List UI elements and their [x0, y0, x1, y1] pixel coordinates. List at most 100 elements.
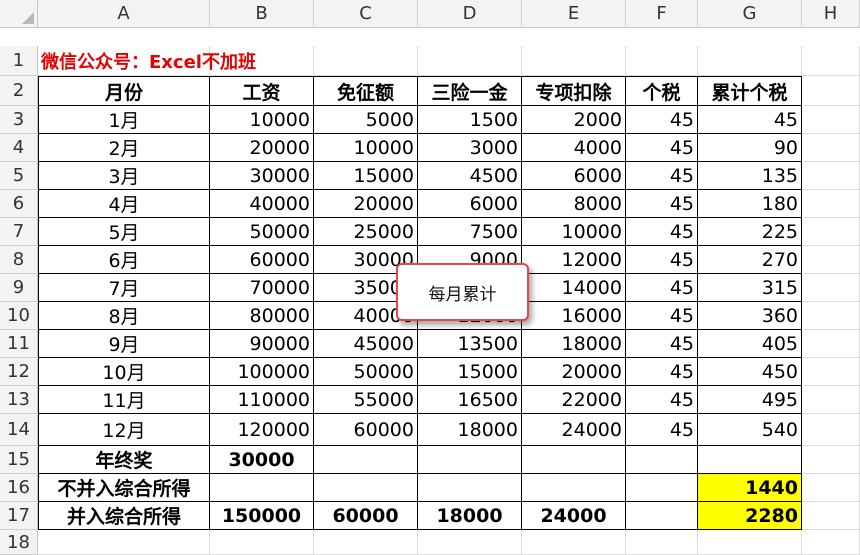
value-cell[interactable]: 50000: [210, 218, 314, 246]
value-cell[interactable]: 45: [698, 106, 802, 134]
column-header-h[interactable]: H: [802, 0, 860, 28]
grid-cell[interactable]: [802, 162, 860, 190]
grid-cell[interactable]: [38, 530, 210, 555]
value-cell[interactable]: 120000: [210, 414, 314, 446]
merged-tax[interactable]: 2280: [698, 502, 802, 530]
value-cell[interactable]: 2000: [522, 106, 626, 134]
month-cell[interactable]: 1月: [38, 106, 210, 134]
empty-cell[interactable]: [522, 474, 626, 502]
header-cell[interactable]: 累计个税: [698, 76, 802, 106]
title-cell[interactable]: 微信公众号：Excel不加班: [38, 46, 522, 76]
bonus-value[interactable]: 30000: [210, 446, 314, 474]
value-cell[interactable]: 40000: [210, 190, 314, 218]
grid-cell[interactable]: [802, 386, 860, 414]
value-cell[interactable]: 450: [698, 358, 802, 386]
value-cell[interactable]: 25000: [314, 218, 418, 246]
grid-cell[interactable]: [802, 190, 860, 218]
empty-cell[interactable]: [626, 446, 698, 474]
column-header-f[interactable]: F: [626, 0, 698, 28]
value-cell[interactable]: 45000: [314, 330, 418, 358]
row-header-15[interactable]: 15: [0, 446, 38, 474]
value-cell[interactable]: 45: [626, 330, 698, 358]
column-header-b[interactable]: B: [210, 0, 314, 28]
grid-cell[interactable]: [698, 46, 802, 76]
grid-cell[interactable]: [802, 414, 860, 446]
row-header-1[interactable]: 1: [0, 46, 38, 76]
row-header-16[interactable]: 16: [0, 474, 38, 502]
value-cell[interactable]: 45: [626, 190, 698, 218]
grid-cell[interactable]: [802, 246, 860, 274]
grid-cell[interactable]: [802, 502, 860, 530]
empty-cell[interactable]: [314, 446, 418, 474]
empty-cell[interactable]: [418, 446, 522, 474]
value-cell[interactable]: 14000: [522, 274, 626, 302]
value-cell[interactable]: 180: [698, 190, 802, 218]
row-header-8[interactable]: 8: [0, 246, 38, 274]
select-all-corner[interactable]: [0, 0, 38, 28]
value-cell[interactable]: 16000: [522, 302, 626, 330]
value-cell[interactable]: 45: [626, 302, 698, 330]
merged-value[interactable]: 18000: [418, 502, 522, 530]
row-header-13[interactable]: 13: [0, 386, 38, 414]
grid-cell[interactable]: [802, 76, 860, 106]
row-header-18[interactable]: 18: [0, 530, 38, 555]
value-cell[interactable]: 135: [698, 162, 802, 190]
month-cell[interactable]: 5月: [38, 218, 210, 246]
value-cell[interactable]: 45: [626, 414, 698, 446]
empty-cell[interactable]: [626, 474, 698, 502]
grid-cell[interactable]: [802, 218, 860, 246]
empty-cell[interactable]: [210, 474, 314, 502]
value-cell[interactable]: 90: [698, 134, 802, 162]
grid-cell[interactable]: [802, 330, 860, 358]
value-cell[interactable]: 45: [626, 386, 698, 414]
grid-cell[interactable]: [210, 530, 314, 555]
value-cell[interactable]: 24000: [522, 414, 626, 446]
merged-label[interactable]: 并入综合所得: [38, 502, 210, 530]
value-cell[interactable]: 10000: [522, 218, 626, 246]
value-cell[interactable]: 6000: [418, 190, 522, 218]
merged-value[interactable]: [626, 502, 698, 530]
value-cell[interactable]: 80000: [210, 302, 314, 330]
bonus-label[interactable]: 年终奖: [38, 446, 210, 474]
value-cell[interactable]: 45: [626, 246, 698, 274]
value-cell[interactable]: 110000: [210, 386, 314, 414]
value-cell[interactable]: 18000: [418, 414, 522, 446]
value-cell[interactable]: 6000: [522, 162, 626, 190]
month-cell[interactable]: 6月: [38, 246, 210, 274]
value-cell[interactable]: 4000: [522, 134, 626, 162]
row-header-11[interactable]: 11: [0, 330, 38, 358]
merged-value[interactable]: 150000: [210, 502, 314, 530]
value-cell[interactable]: 100000: [210, 358, 314, 386]
column-header-g[interactable]: G: [698, 0, 802, 28]
value-cell[interactable]: 7500: [418, 218, 522, 246]
column-header-d[interactable]: D: [418, 0, 522, 28]
grid-cell[interactable]: [802, 446, 860, 474]
empty-cell[interactable]: [698, 446, 802, 474]
grid-cell[interactable]: [802, 46, 860, 76]
row-header-12[interactable]: 12: [0, 358, 38, 386]
value-cell[interactable]: 4500: [418, 162, 522, 190]
grid-cell[interactable]: [802, 358, 860, 386]
grid-cell[interactable]: [418, 530, 522, 555]
not-merged-label[interactable]: 不并入综合所得: [38, 474, 210, 502]
header-cell[interactable]: 三险一金: [418, 76, 522, 106]
empty-cell[interactable]: [418, 474, 522, 502]
grid-cell[interactable]: [802, 302, 860, 330]
grid-cell[interactable]: [802, 106, 860, 134]
column-header-c[interactable]: C: [314, 0, 418, 28]
row-header-9[interactable]: 9: [0, 274, 38, 302]
row-header-7[interactable]: 7: [0, 218, 38, 246]
month-cell[interactable]: 11月: [38, 386, 210, 414]
month-cell[interactable]: 9月: [38, 330, 210, 358]
row-header-14[interactable]: 14: [0, 414, 38, 446]
grid-cell[interactable]: [802, 274, 860, 302]
value-cell[interactable]: 8000: [522, 190, 626, 218]
row-header-10[interactable]: 10: [0, 302, 38, 330]
value-cell[interactable]: 20000: [522, 358, 626, 386]
header-cell[interactable]: 工资: [210, 76, 314, 106]
month-cell[interactable]: 12月: [38, 414, 210, 446]
header-cell[interactable]: 月份: [38, 76, 210, 106]
grid-cell[interactable]: [802, 134, 860, 162]
value-cell[interactable]: 540: [698, 414, 802, 446]
row-header-3[interactable]: 3: [0, 106, 38, 134]
